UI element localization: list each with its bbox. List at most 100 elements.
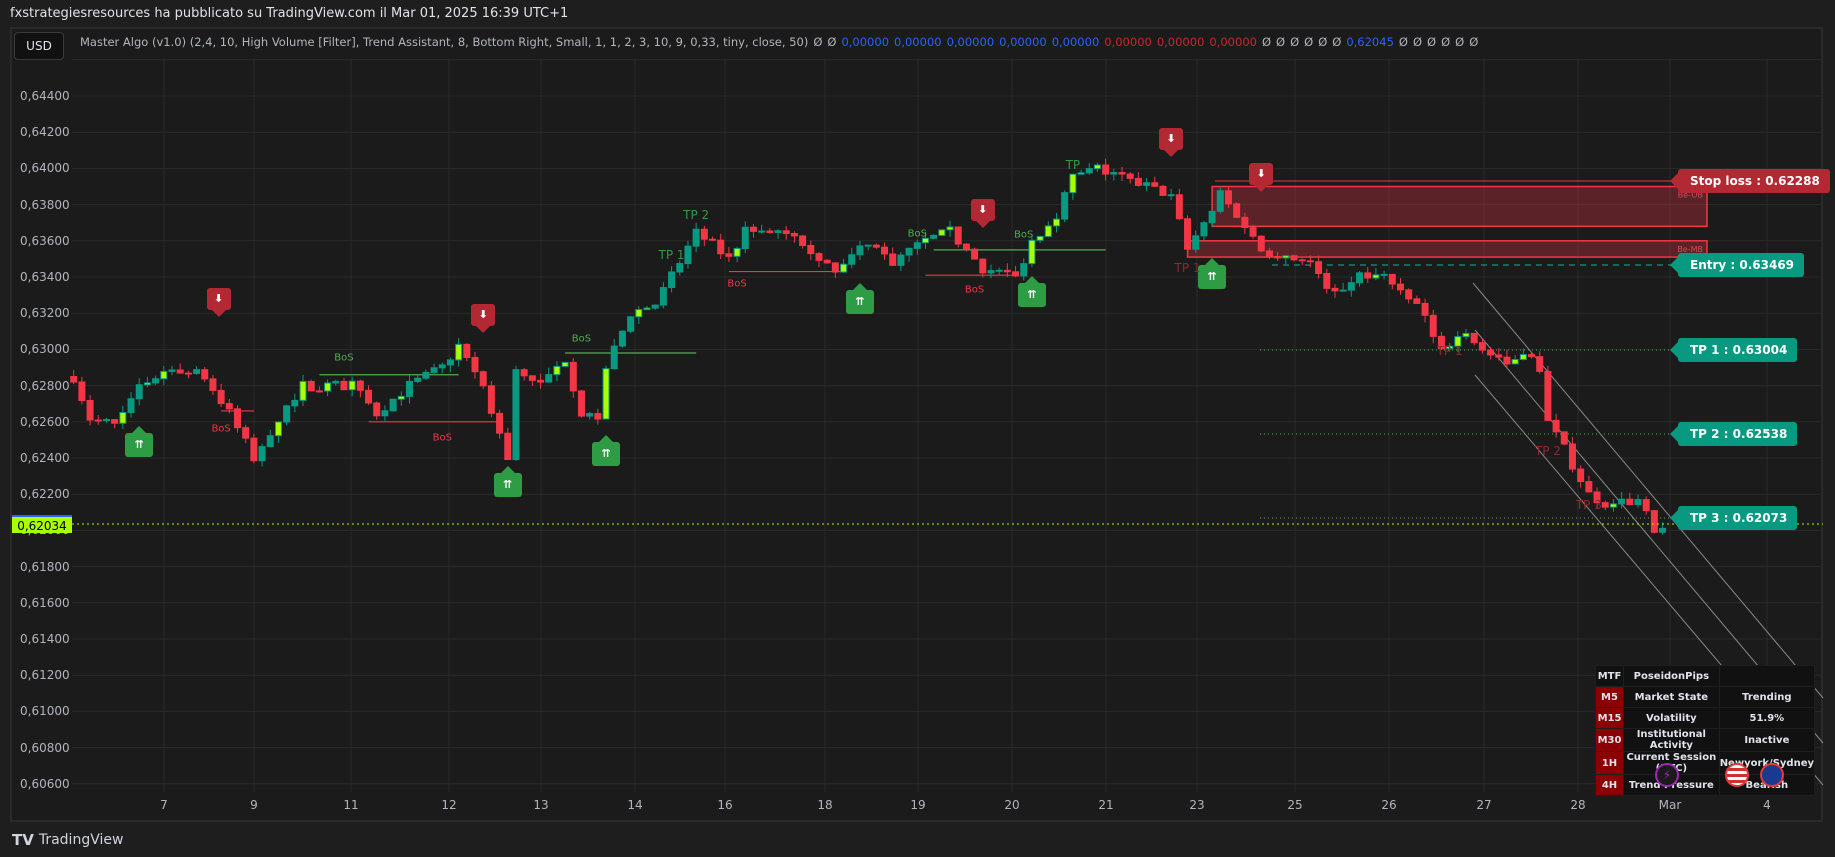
candle-down xyxy=(315,390,323,393)
candle-down xyxy=(1577,468,1585,483)
candle-up xyxy=(913,242,921,249)
legend-value: Ø xyxy=(1441,35,1451,49)
candle-down xyxy=(872,244,880,248)
candle-down xyxy=(209,378,217,391)
candle-up xyxy=(266,435,274,448)
tp-marker-label: TP 1 xyxy=(1436,344,1463,359)
time-tick-label: 23 xyxy=(1189,798,1205,812)
candle-up xyxy=(586,413,594,417)
time-tick-label: 27 xyxy=(1476,798,1492,812)
price-chart[interactable]: Be-OBBe-MB xyxy=(0,0,1835,857)
candle-down xyxy=(831,262,839,273)
candle-down xyxy=(520,369,528,377)
candle-up xyxy=(758,230,766,233)
legend-value: Ø xyxy=(1427,35,1437,49)
price-tick-label: 0,61800 xyxy=(20,559,70,574)
price-tick-label: 0,63600 xyxy=(20,233,70,248)
indicator-legend[interactable]: Master Algo (v1.0) (2,4, 10, High Volume… xyxy=(80,35,1488,49)
candle-down xyxy=(242,427,250,439)
candle-down xyxy=(1134,177,1142,186)
candle-up xyxy=(193,369,201,374)
legend-value: 0,00000 xyxy=(1051,35,1100,49)
candle-down xyxy=(971,248,979,260)
candle-up xyxy=(1028,239,1036,265)
time-tick-label: 7 xyxy=(160,798,168,812)
candle-down xyxy=(225,403,233,410)
candle-up xyxy=(324,382,332,392)
legend-value: Ø xyxy=(1332,35,1342,49)
bos-label: BoS xyxy=(964,284,985,296)
time-tick-label: 13 xyxy=(533,798,549,812)
candle-down xyxy=(1364,272,1372,279)
candle-up xyxy=(676,263,684,273)
candle-up xyxy=(274,421,282,437)
candle-down xyxy=(487,385,495,414)
candle-down xyxy=(1274,256,1282,259)
candle-up xyxy=(905,247,913,256)
header-brand: PoseidonPips xyxy=(1623,665,1720,687)
candle-up xyxy=(1380,273,1388,276)
candle-down xyxy=(1568,443,1576,470)
candle-up xyxy=(840,263,848,273)
candle-up xyxy=(602,368,610,420)
candle-down xyxy=(356,380,364,391)
australia-flag-icon[interactable] xyxy=(1760,763,1784,787)
dashboard-row: M15 Volatility 51.9% xyxy=(1595,707,1816,729)
price-tick-label: 0,61200 xyxy=(20,668,70,683)
candle-up xyxy=(1110,171,1118,175)
price-tick-label: 0,62600 xyxy=(20,414,70,429)
candle-down xyxy=(1413,298,1421,304)
legend-value: 0,00000 xyxy=(999,35,1047,49)
candle-down xyxy=(1405,289,1413,300)
timeframe-cell: M15 xyxy=(1595,707,1624,729)
price-tick-label: 0,62400 xyxy=(20,451,70,465)
candle-down xyxy=(496,412,504,434)
candle-up xyxy=(1053,218,1060,227)
legend-value: Ø xyxy=(1398,35,1408,49)
candle-down xyxy=(1102,164,1110,175)
candle-up xyxy=(422,371,430,379)
tp2-label: TP 2 : 0.62538 xyxy=(1669,422,1798,446)
candle-down xyxy=(1487,349,1495,356)
metric-value: Trending xyxy=(1718,686,1816,708)
candle-up xyxy=(651,304,659,309)
legend-value: Ø xyxy=(813,35,823,49)
currency-button[interactable]: USD xyxy=(14,32,64,60)
candle-down xyxy=(1396,283,1404,291)
candle-down xyxy=(1175,194,1183,220)
candle-up xyxy=(127,398,135,413)
candle-down xyxy=(373,402,381,417)
candle-up xyxy=(1061,192,1069,220)
candle-down xyxy=(889,253,897,266)
time-tick-label: 14 xyxy=(627,798,643,812)
candle-down xyxy=(1601,502,1609,508)
buy-signal-arrow-up-icon: ⇈ xyxy=(592,435,621,467)
sell-signal-arrow-down-icon: ⬇ xyxy=(970,199,995,229)
candle-down xyxy=(1306,260,1314,263)
lightning-icon[interactable]: ⚡ xyxy=(1655,763,1679,787)
candle-down xyxy=(1323,272,1331,289)
candle-up xyxy=(389,398,397,412)
candle-up xyxy=(1200,222,1208,237)
candle-down xyxy=(881,246,889,255)
tp-marker-label: TP xyxy=(1065,157,1081,172)
candle-up xyxy=(291,399,299,407)
time-tick-label: 16 xyxy=(717,798,733,812)
candle-down xyxy=(1003,269,1011,273)
candle-down xyxy=(217,389,225,405)
candle-down xyxy=(234,408,241,429)
candle-up xyxy=(610,345,618,370)
candle-down xyxy=(954,226,962,245)
candle-down xyxy=(250,437,258,462)
candle-down xyxy=(1470,332,1478,344)
tradingview-logo[interactable]: TV TradingView xyxy=(12,831,123,849)
us-flag-icon[interactable] xyxy=(1725,763,1749,787)
candle-down xyxy=(528,375,536,381)
candle-up xyxy=(684,245,692,265)
candle-up xyxy=(856,245,864,256)
price-tick-label: 0,60800 xyxy=(20,740,70,755)
candle-down xyxy=(594,413,602,420)
header-empty xyxy=(1718,665,1816,687)
candle-down xyxy=(1544,370,1552,421)
candle-down xyxy=(86,400,94,421)
